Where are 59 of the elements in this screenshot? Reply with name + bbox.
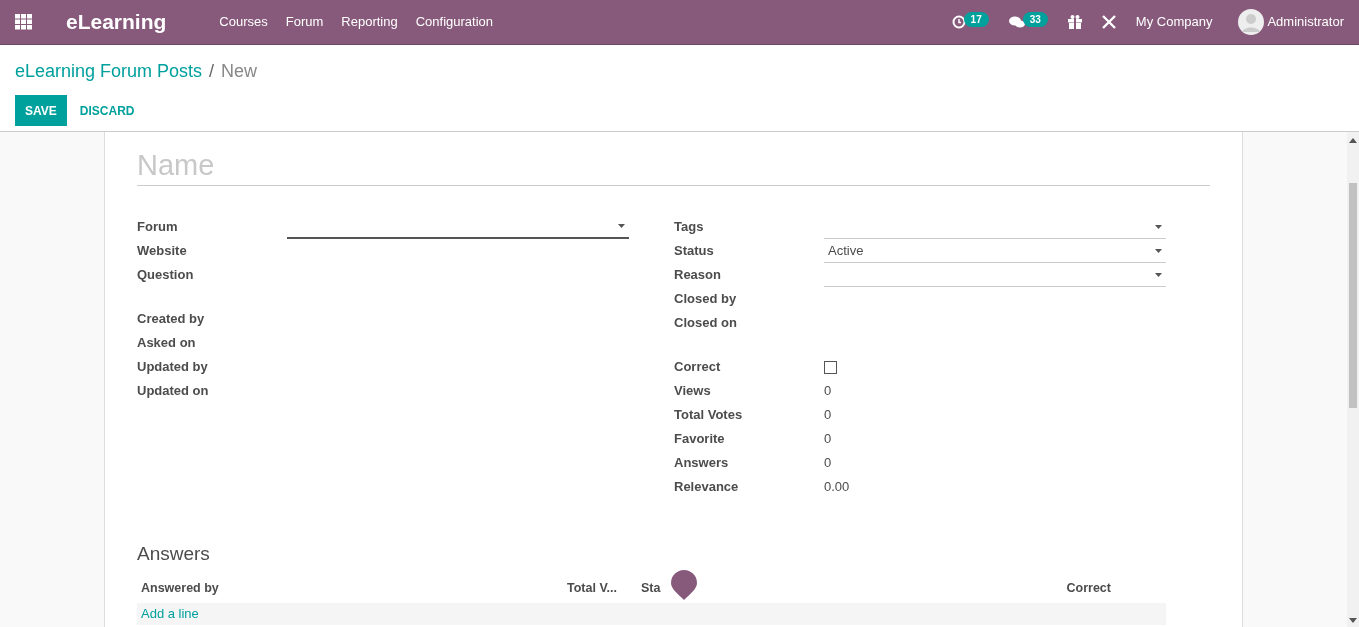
scroll-up-icon[interactable] xyxy=(1349,138,1357,143)
breadcrumb-link[interactable]: eLearning Forum Posts xyxy=(15,58,203,85)
menu-item[interactable]: Reporting xyxy=(333,12,406,32)
field-value: 0 xyxy=(824,455,832,471)
count-badge: 33 xyxy=(1022,11,1048,27)
chat-icon[interactable] xyxy=(1008,15,1025,29)
field-label: Updated on xyxy=(137,382,210,401)
apps-menu-icon[interactable] xyxy=(15,14,33,30)
column-header[interactable]: Answered by xyxy=(141,579,567,598)
user-name[interactable]: Administrator xyxy=(1267,12,1344,32)
dropdown-value: Active xyxy=(828,241,864,260)
add-line-link[interactable]: Add a line xyxy=(141,603,199,624)
scrollbar-thumb[interactable] xyxy=(1349,183,1357,408)
field-label: Status xyxy=(674,242,715,261)
field-label: Closed by xyxy=(674,290,738,309)
section-heading: Answers xyxy=(137,542,210,566)
avatar-icon[interactable] xyxy=(1238,9,1265,35)
caret-icon xyxy=(1155,248,1162,253)
field-label: Question xyxy=(137,266,195,285)
dropdown-field[interactable]: Active xyxy=(824,239,1166,263)
field-value: 0 xyxy=(824,383,832,399)
breadcrumb-separator: / xyxy=(209,60,215,83)
field-label: Correct xyxy=(674,358,722,377)
field-value: 0 xyxy=(824,407,832,423)
field-label: Website xyxy=(137,242,188,261)
field-label: Answers xyxy=(674,454,730,473)
field-label: Closed on xyxy=(674,314,738,333)
breadcrumb-current: New xyxy=(221,60,258,83)
count-badge: 17 xyxy=(963,11,989,27)
scroll-down-icon[interactable] xyxy=(1349,618,1357,623)
menu-item[interactable]: Forum xyxy=(277,12,332,32)
field-label: Forum xyxy=(137,218,179,237)
column-header[interactable]: Sta xyxy=(641,579,671,598)
map-pin-icon xyxy=(671,569,697,600)
clock-icon[interactable] xyxy=(951,15,966,29)
save-button[interactable]: SAVE xyxy=(15,95,67,126)
menu-item[interactable]: Courses xyxy=(211,12,276,32)
caret-icon xyxy=(1155,224,1162,229)
field-label: Favorite xyxy=(674,430,726,449)
caret-icon xyxy=(1155,272,1162,277)
field-label: Total Votes xyxy=(674,406,744,425)
column-header[interactable]: Total V... xyxy=(567,579,641,598)
field-value: 0.00 xyxy=(824,479,850,495)
gift-icon[interactable] xyxy=(1067,15,1082,29)
checkbox[interactable] xyxy=(824,360,837,374)
field-label: Tags xyxy=(674,218,705,237)
discard-button[interactable]: DISCARD xyxy=(67,95,147,126)
field-value: 0 xyxy=(824,431,832,447)
field-label: Created by xyxy=(137,310,206,329)
menu-item[interactable]: Configuration xyxy=(407,12,502,32)
field-label: Reason xyxy=(674,266,722,285)
field-label: Updated by xyxy=(137,358,209,377)
field-label: Relevance xyxy=(674,478,740,497)
column-header[interactable]: Correct xyxy=(1066,579,1166,598)
field-label: Asked on xyxy=(137,334,197,353)
caret-icon xyxy=(618,224,625,228)
field-label: Views xyxy=(674,382,712,401)
company-switcher[interactable]: My Company xyxy=(1135,12,1213,32)
app-name: eLearning xyxy=(66,9,167,36)
